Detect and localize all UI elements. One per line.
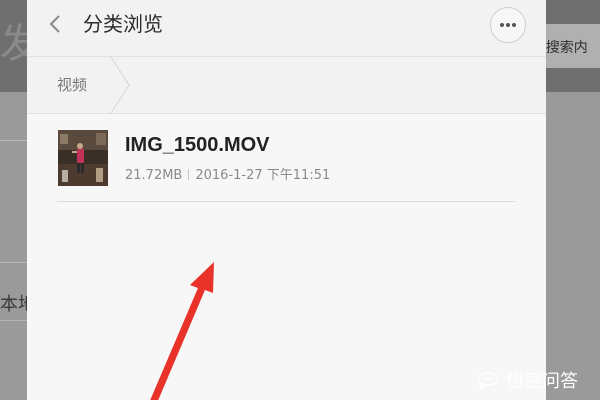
row-divider	[57, 201, 515, 202]
file-list-item[interactable]: IMG_1500.MOV 21.72MB 2016-1-27 下午11:51	[57, 123, 515, 201]
file-meta: 21.72MB 2016-1-27 下午11:51	[125, 167, 330, 185]
breadcrumb-separator-icon	[110, 57, 130, 113]
watermark-text: 悟空问答	[506, 371, 578, 392]
back-button[interactable]	[41, 10, 71, 40]
chevron-left-icon	[49, 15, 60, 33]
dialog-header: 分类浏览	[27, 0, 546, 57]
more-horizontal-icon	[500, 23, 516, 27]
file-date: 2016-1-27 下午11:51	[195, 168, 331, 183]
breadcrumb-item-videos[interactable]: 视频	[57, 74, 87, 96]
category-browser-dialog: 分类浏览 视频 IMG_1500.MOV 21.72MB 2016-1-27 下…	[27, 0, 546, 400]
file-name: IMG_1500.MOV	[125, 134, 270, 156]
background-divider	[0, 262, 28, 263]
background-divider	[0, 140, 28, 141]
more-button[interactable]	[490, 7, 526, 43]
watermark: 悟空问答	[476, 368, 578, 392]
background-divider	[0, 320, 28, 321]
page-title: 分类浏览	[83, 12, 163, 36]
chat-bubble-icon	[477, 372, 499, 389]
file-size: 21.72MB	[125, 168, 183, 183]
video-thumbnail	[58, 130, 108, 186]
breadcrumb: 视频	[27, 57, 546, 114]
meta-divider	[188, 169, 190, 180]
background-search-text: \搜索内	[541, 40, 588, 56]
